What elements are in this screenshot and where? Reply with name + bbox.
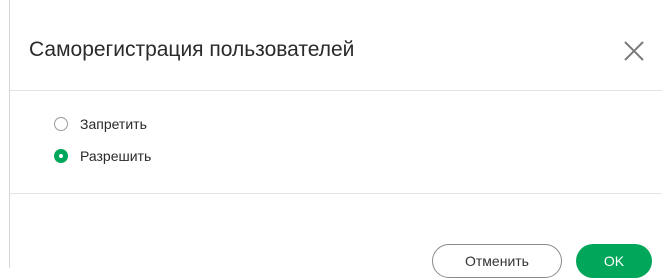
radio-option-forbid[interactable]: Запретить	[54, 116, 147, 132]
dialog-header: Саморегистрация пользователей	[10, 12, 662, 91]
radio-option-allow[interactable]: Разрешить	[54, 148, 151, 164]
self-registration-dialog: Саморегистрация пользователей Запретить …	[9, 0, 662, 278]
close-icon	[624, 41, 644, 61]
dialog-body: Запретить Разрешить	[10, 91, 662, 194]
dialog-title: Саморегистрация пользователей	[29, 38, 355, 61]
radio-button-selected[interactable]	[54, 149, 68, 163]
close-button[interactable]	[620, 37, 648, 65]
cancel-button[interactable]: Отменить	[432, 244, 562, 278]
radio-label-forbid: Запретить	[80, 116, 147, 132]
radio-button-unselected[interactable]	[54, 117, 68, 131]
dialog-footer: Отменить OK	[10, 194, 662, 278]
ok-button[interactable]: OK	[576, 244, 652, 278]
radio-label-allow: Разрешить	[80, 148, 152, 164]
